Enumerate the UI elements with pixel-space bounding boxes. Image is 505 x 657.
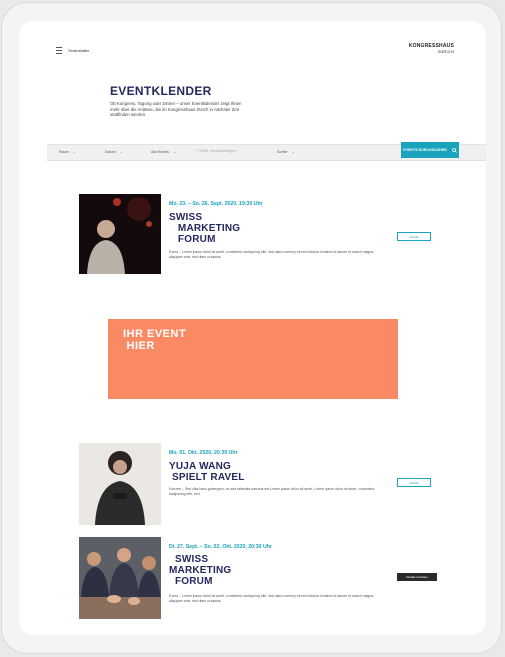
search-icon xyxy=(451,147,457,153)
speaker-photo xyxy=(79,194,161,274)
ad-banner-text: IHR EVENT HIER xyxy=(123,328,187,352)
ad-banner[interactable]: IHR EVENT HIER xyxy=(108,319,398,399)
filter-sort-label: Sortier xyxy=(277,149,288,154)
event-title[interactable]: SWISS MARKETING FORUM xyxy=(169,212,240,245)
filter-events[interactable]: Alle Events ⌄ xyxy=(151,149,176,154)
device-frame: Veranstalter KONGRESSHAUS ZÜRICH EVENTKL… xyxy=(1,2,502,654)
event-description: Event – Lorem ipsum dolor sit amet, cons… xyxy=(169,594,374,603)
page-title: EVENTKLENDER xyxy=(110,84,212,98)
filter-text-input[interactable]: TT.MM. Veranstaltungen xyxy=(197,149,236,153)
filter-room-label: Raum xyxy=(59,149,69,154)
event-description: Konzert – Stet clita kasd gubergren, no … xyxy=(169,487,375,496)
event-title[interactable]: YUJA WANG SPIELT RAVEL xyxy=(169,461,245,483)
chevron-down-icon: ⌄ xyxy=(291,149,295,154)
filter-sort[interactable]: Sortier ⌄ xyxy=(277,149,295,154)
chevron-down-icon: ⌄ xyxy=(72,149,76,154)
menu-button[interactable]: Veranstalter xyxy=(56,47,89,54)
site-logo[interactable]: KONGRESSHAUS ZÜRICH xyxy=(409,44,454,55)
event-description: Event – Lorem ipsum dolor sit amet, cons… xyxy=(169,250,374,259)
filter-text-placeholder: TT.MM. Veranstaltungen xyxy=(197,149,236,153)
filter-room[interactable]: Raum ⌄ xyxy=(59,149,76,154)
search-button-label: EVENTS DURCHSUCHEN xyxy=(403,148,447,152)
filter-events-label: Alle Events xyxy=(151,149,169,154)
event-title[interactable]: SWISS MARKETING FORUM xyxy=(169,554,231,587)
event-image[interactable] xyxy=(79,194,161,274)
event-image[interactable] xyxy=(79,443,161,525)
chevron-down-icon: ⌄ xyxy=(172,149,177,154)
menu-label: Veranstalter xyxy=(68,48,90,53)
event-date: Di. 27. Sept. – So. 02. Okt. 2020, 20:30… xyxy=(169,544,272,550)
web-page: Veranstalter KONGRESSHAUS ZÜRICH EVENTKL… xyxy=(19,21,486,635)
event-date: Mo. 01. Okt. 2020, 20:30 Uhr xyxy=(169,450,238,456)
logo-line2: ZÜRICH xyxy=(437,49,454,54)
hamburger-icon xyxy=(56,47,62,54)
event-details-button[interactable]: Details ansehen xyxy=(397,573,437,581)
event-date: Mo. 23. – So. 26. Sept. 2020, 19:30 Uhr xyxy=(169,201,263,207)
event-details-button[interactable]: Details xyxy=(397,478,431,487)
search-events-button[interactable]: EVENTS DURCHSUCHEN xyxy=(401,142,459,158)
audience-photo xyxy=(79,537,161,619)
artist-photo xyxy=(79,443,161,525)
event-details-button[interactable]: Details xyxy=(397,232,431,241)
page-intro: Ob Kongress, Tagung oder Dinner – unser … xyxy=(110,101,242,118)
event-image[interactable] xyxy=(79,537,161,619)
filter-date-label: Datum xyxy=(105,149,116,154)
filter-date[interactable]: Datum ⌄ xyxy=(105,149,123,154)
chevron-down-icon: ⌄ xyxy=(119,149,123,154)
